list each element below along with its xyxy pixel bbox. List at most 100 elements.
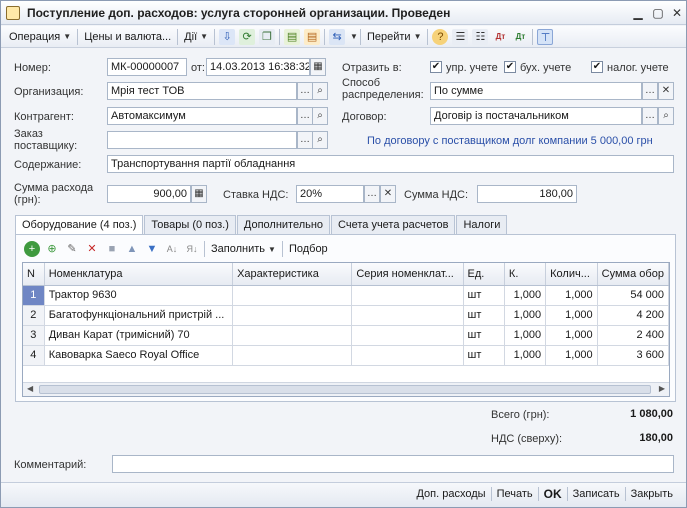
save-icon[interactable]: ■: [104, 241, 120, 257]
series-cell[interactable]: [351, 285, 464, 306]
series-cell[interactable]: [351, 325, 464, 346]
reflect-buh-checkbox[interactable]: ✔: [504, 61, 516, 73]
scroll-right-icon[interactable]: ▶: [659, 384, 665, 393]
sum-field[interactable]: 900,00: [107, 185, 191, 203]
column-header[interactable]: Серия номенклат...: [351, 263, 464, 286]
table-row[interactable]: 4 Кавоварка Saeco Royal Office шт 1,000 …: [23, 345, 669, 366]
sort-desc-icon[interactable]: Я↓: [184, 241, 200, 257]
unit-cell[interactable]: шт: [463, 285, 505, 306]
print-button[interactable]: Печать: [492, 488, 538, 500]
search-icon[interactable]: ⌕: [658, 107, 674, 125]
coef-cell[interactable]: 1,000: [504, 325, 547, 346]
unit-cell[interactable]: шт: [463, 345, 505, 366]
search-icon[interactable]: ⌕: [312, 107, 328, 125]
contractor-field[interactable]: Автомаксимум: [107, 107, 297, 125]
unit-cell[interactable]: шт: [463, 325, 505, 346]
select-ellipsis-button[interactable]: …: [297, 82, 313, 100]
select-ellipsis-button[interactable]: …: [297, 131, 313, 149]
copy-icon[interactable]: ❐: [259, 28, 276, 45]
tab-accounts[interactable]: Счета учета расчетов: [331, 215, 456, 235]
tab-taxes[interactable]: Налоги: [456, 215, 508, 235]
search-icon[interactable]: ⌕: [312, 131, 328, 149]
extra-costs-button[interactable]: Доп. расходы: [411, 488, 490, 500]
prices-button[interactable]: Цены и валюта...: [80, 27, 175, 47]
column-header[interactable]: К.: [504, 263, 547, 286]
document-orange-icon[interactable]: ▤: [304, 28, 321, 45]
structure-icon[interactable]: ⇆: [329, 28, 346, 45]
qty-cell[interactable]: 1,000: [545, 305, 598, 326]
table-row[interactable]: 3 Диван Карат (тримісний) 70 шт 1,000 1,…: [23, 325, 669, 346]
number-field[interactable]: МК-00000007: [107, 58, 187, 76]
operation-menu[interactable]: Операция ▼: [5, 27, 75, 47]
coef-cell[interactable]: 1,000: [504, 305, 547, 326]
ok-button[interactable]: OK: [539, 487, 567, 501]
tab-goods[interactable]: Товары (0 поз.): [144, 215, 236, 235]
scroll-left-icon[interactable]: ◀: [27, 384, 33, 393]
clear-icon[interactable]: ✕: [380, 185, 396, 203]
select-ellipsis-button[interactable]: …: [642, 107, 658, 125]
characteristic-cell[interactable]: [232, 325, 353, 346]
column-header[interactable]: Ед.: [463, 263, 505, 286]
edit-pencil-icon[interactable]: ✎: [64, 241, 80, 257]
nomenclature-cell[interactable]: Кавоварка Saeco Royal Office: [44, 345, 234, 366]
actions-menu[interactable]: Дії ▼: [180, 27, 212, 47]
copy-row-icon[interactable]: ⊕: [44, 241, 60, 257]
sum-cell[interactable]: 2 400: [597, 325, 669, 346]
scrollbar-thumb[interactable]: [39, 385, 651, 394]
checklist-icon[interactable]: ☷: [472, 28, 489, 45]
column-header[interactable]: Сумма обор: [597, 263, 669, 286]
pin-icon[interactable]: ⊤: [537, 28, 554, 45]
calculator-icon[interactable]: ▦: [191, 185, 207, 203]
goto-menu[interactable]: Перейти ▼: [363, 27, 426, 47]
horizontal-scrollbar[interactable]: ◀ ▶: [23, 382, 669, 396]
search-icon[interactable]: ⌕: [312, 82, 328, 100]
vat-sum-field[interactable]: 180,00: [477, 185, 577, 203]
comment-field[interactable]: [112, 455, 674, 473]
content-field[interactable]: Транспортування партії обладнання: [107, 155, 674, 173]
tab-additional[interactable]: Дополнительно: [236, 215, 331, 235]
dt-kt-icon[interactable]: Дт: [492, 29, 508, 45]
save-button[interactable]: Записать: [568, 488, 625, 500]
qty-cell[interactable]: 1,000: [545, 285, 598, 306]
close-button[interactable]: Закрыть: [626, 488, 678, 500]
nomenclature-cell[interactable]: Багатофункціональний пристрій ...: [44, 305, 234, 326]
reflect-upr-checkbox[interactable]: ✔: [430, 61, 442, 73]
delete-icon[interactable]: ✕: [84, 241, 100, 257]
minimize-icon[interactable]: ▁: [631, 6, 645, 20]
chevron-down-icon[interactable]: ▼: [350, 32, 358, 41]
column-header[interactable]: Колич...: [545, 263, 598, 286]
select-ellipsis-button[interactable]: …: [364, 185, 380, 203]
coef-cell[interactable]: 1,000: [504, 285, 547, 306]
dt-kt-nalog-icon[interactable]: Дт: [512, 29, 528, 45]
sort-asc-icon[interactable]: A↓: [164, 241, 180, 257]
qty-cell[interactable]: 1,000: [545, 325, 598, 346]
contract-field[interactable]: Договір із постачальником: [430, 107, 642, 125]
debt-info-link[interactable]: По договору с поставщиком долг компании …: [367, 135, 653, 147]
select-ellipsis-button[interactable]: …: [642, 82, 658, 100]
list-settings-icon[interactable]: ☰: [452, 28, 469, 45]
calendar-icon[interactable]: ▦: [310, 58, 326, 76]
series-cell[interactable]: [351, 345, 464, 366]
select-ellipsis-button[interactable]: …: [297, 107, 313, 125]
characteristic-cell[interactable]: [232, 345, 353, 366]
document-green-icon[interactable]: ▤: [284, 28, 301, 45]
table-row[interactable]: 2 Багатофункціональний пристрій ... шт 1…: [23, 305, 669, 326]
reflect-nalog-checkbox[interactable]: ✔: [591, 61, 603, 73]
select-button[interactable]: Подбор: [285, 239, 332, 259]
coef-cell[interactable]: 1,000: [504, 345, 547, 366]
column-header[interactable]: Номенклатура: [44, 263, 234, 286]
refresh-icon[interactable]: ⟳: [239, 28, 256, 45]
add-row-icon[interactable]: +: [24, 241, 40, 257]
sum-cell[interactable]: 3 600: [597, 345, 669, 366]
characteristic-cell[interactable]: [232, 285, 353, 306]
order-field[interactable]: [107, 131, 297, 149]
help-icon[interactable]: ?: [432, 28, 449, 45]
column-header[interactable]: N: [23, 263, 45, 286]
close-icon[interactable]: ✕: [670, 6, 684, 20]
sum-cell[interactable]: 4 200: [597, 305, 669, 326]
fill-menu[interactable]: Заполнить ▼: [207, 239, 280, 259]
sum-cell[interactable]: 54 000: [597, 285, 669, 306]
organization-field[interactable]: Мрія тест ТОВ: [107, 82, 297, 100]
characteristic-cell[interactable]: [232, 305, 353, 326]
qty-cell[interactable]: 1,000: [545, 345, 598, 366]
